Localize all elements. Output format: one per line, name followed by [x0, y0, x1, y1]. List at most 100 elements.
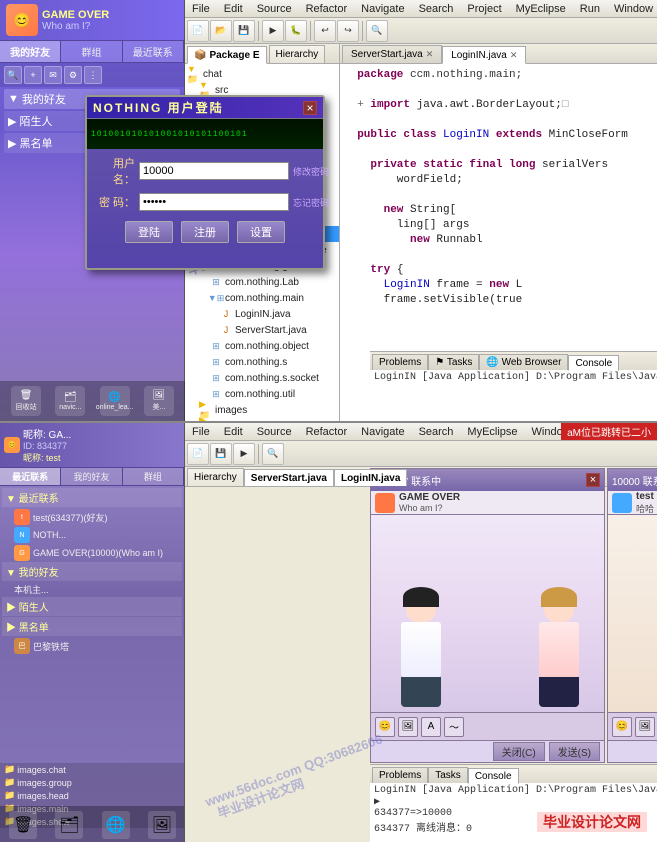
- tb-redo[interactable]: ↪: [337, 20, 359, 42]
- tb-save[interactable]: 💾: [233, 20, 255, 42]
- menu-source[interactable]: Source: [254, 3, 295, 15]
- b-tab-recent[interactable]: 最近联系: [0, 468, 61, 485]
- b-panel-serverstart[interactable]: ServerStart.java: [244, 469, 334, 487]
- dialog-close-btn[interactable]: ×: [303, 101, 317, 115]
- login-btn[interactable]: 登陆: [125, 221, 173, 243]
- tree-item-lab[interactable]: ⊞ com.nothing.Lab: [185, 274, 339, 290]
- b-icon-image[interactable]: 🖼: [148, 811, 176, 839]
- b-tree-images-chat[interactable]: 📁 images.chat: [0, 763, 185, 776]
- menu-run[interactable]: Run: [577, 3, 603, 15]
- tree-item-ssocket[interactable]: ⊞ com.nothing.s.socket: [185, 370, 339, 386]
- tb-run[interactable]: ▶: [262, 20, 284, 42]
- b-icon-recycle[interactable]: 🗑: [9, 811, 37, 839]
- b-section-strangers[interactable]: ▶ 陌生人: [2, 597, 182, 616]
- chat-tb-2-emoji[interactable]: 😊: [612, 717, 632, 737]
- b-tree-images-head[interactable]: 📁 images.head: [0, 789, 185, 802]
- tree-item-object[interactable]: ⊞ com.nothing.object: [185, 338, 339, 354]
- tb-undo[interactable]: ↩: [314, 20, 336, 42]
- icon-add[interactable]: +: [24, 66, 42, 84]
- menu-file[interactable]: File: [189, 3, 213, 15]
- b-friend-2[interactable]: N NOTH...: [2, 526, 182, 544]
- tab-recent[interactable]: 最近联系: [123, 41, 184, 62]
- chat-win-1-close[interactable]: ×: [586, 473, 600, 487]
- bc-tab-problems[interactable]: Problems: [372, 767, 428, 783]
- bottom-tab-tasks[interactable]: ⚑ Tasks: [428, 354, 479, 370]
- b-tb-search[interactable]: 🔍: [262, 443, 284, 465]
- password-input[interactable]: [139, 193, 289, 211]
- chat-tb-emoji[interactable]: 😊: [375, 717, 395, 737]
- tb-debug[interactable]: 🐛: [285, 20, 307, 42]
- panel-tab-hierarchy[interactable]: Hierarchy: [269, 45, 326, 63]
- close-loginin[interactable]: ✕: [510, 50, 518, 61]
- b-menu-source[interactable]: Source: [254, 426, 295, 438]
- icon-recycle[interactable]: 🗑 回收站: [11, 386, 41, 416]
- tb-open[interactable]: 📂: [210, 20, 232, 42]
- menu-window[interactable]: Window: [611, 3, 656, 15]
- icon-msg[interactable]: ✉: [44, 66, 62, 84]
- b-panel-loginin[interactable]: LoginIN.java: [334, 469, 407, 487]
- tree-item-loginin[interactable]: J LoginIN.java: [185, 306, 339, 322]
- bottom-tab-console[interactable]: Console: [568, 355, 619, 371]
- forgot-pwd-btn[interactable]: 忘记密码: [293, 196, 329, 209]
- b-section-my-friends[interactable]: ▼ 我的好友: [2, 562, 182, 581]
- b-menu-refactor[interactable]: Refactor: [303, 426, 351, 438]
- b-friend-3[interactable]: G GAME OVER(10000)(Who am I): [2, 544, 182, 562]
- menu-myeclipse[interactable]: MyEclipse: [513, 3, 569, 15]
- bc-tab-tasks[interactable]: Tasks: [428, 767, 468, 783]
- b-section-recent[interactable]: ▼ 最近联系: [2, 488, 182, 507]
- icon-search[interactable]: 🔍: [4, 66, 22, 84]
- chat-tb-2-img[interactable]: 🖼: [635, 717, 655, 737]
- b-tb-run[interactable]: ▶: [233, 443, 255, 465]
- b-menu-edit[interactable]: Edit: [221, 426, 246, 438]
- b-section-blacklist[interactable]: ▶ 黑名单: [2, 617, 182, 636]
- b-menu-file[interactable]: File: [189, 426, 213, 438]
- b-icon-navic[interactable]: 🗂: [55, 811, 83, 839]
- chat-tb-font[interactable]: A: [421, 717, 441, 737]
- b-tb-save[interactable]: 💾: [210, 443, 232, 465]
- b-friend-4[interactable]: 本机主...: [2, 582, 182, 597]
- icon-settings[interactable]: ⚙: [64, 66, 82, 84]
- tb-search[interactable]: 🔍: [366, 20, 388, 42]
- tb-new[interactable]: 📄: [187, 20, 209, 42]
- menu-edit[interactable]: Edit: [221, 3, 246, 15]
- chat-send-btn-1[interactable]: 发送(S): [549, 742, 600, 761]
- b-icon-online[interactable]: 🌐: [102, 811, 130, 839]
- settings-btn[interactable]: 设置: [237, 221, 285, 243]
- menu-project[interactable]: Project: [464, 3, 504, 15]
- tab-groups[interactable]: 群组: [61, 41, 122, 62]
- panel-tab-pkg[interactable]: 📦 Package E: [187, 46, 267, 64]
- close-serverstart[interactable]: ✕: [426, 49, 434, 60]
- b-menu-search[interactable]: Search: [416, 426, 457, 438]
- menu-refactor[interactable]: Refactor: [303, 3, 351, 15]
- chat-tb-shake[interactable]: 〜: [444, 717, 464, 737]
- icon-image[interactable]: 🖼 美...: [144, 386, 174, 416]
- b-menu-myeclipse[interactable]: MyEclipse: [464, 426, 520, 438]
- b-tab-friends[interactable]: 我的好友: [61, 468, 122, 485]
- editor-tab-serverstart[interactable]: ServerStart.java ✕: [342, 45, 442, 63]
- tab-my-friends[interactable]: 我的好友: [0, 41, 61, 62]
- tree-item-serverstart[interactable]: J ServerStart.java: [185, 322, 339, 338]
- b-tab-groups[interactable]: 群组: [123, 468, 184, 485]
- b-tree-images-group[interactable]: 📁 images.group: [0, 776, 185, 789]
- username-input[interactable]: [139, 162, 289, 180]
- icon-navic[interactable]: 🗂 navic...: [55, 386, 85, 416]
- bottom-tab-problems[interactable]: Problems: [372, 354, 428, 370]
- b-tb-new[interactable]: 📄: [187, 443, 209, 465]
- tree-item-main[interactable]: ▼⊞ com.nothing.main: [185, 290, 339, 306]
- b-menu-navigate[interactable]: Navigate: [358, 426, 407, 438]
- chat-close-btn-1[interactable]: 关闭(C): [493, 742, 545, 761]
- bc-tab-console[interactable]: Console: [468, 768, 519, 784]
- tree-item-s[interactable]: ⊞ com.nothing.s: [185, 354, 339, 370]
- b-friend-1[interactable]: t test(634377)(好友): [2, 508, 182, 526]
- menu-search[interactable]: Search: [416, 3, 457, 15]
- menu-navigate[interactable]: Navigate: [358, 3, 407, 15]
- bottom-tab-web[interactable]: 🌐 Web Browser: [479, 354, 568, 370]
- chat-tb-img[interactable]: 🖼: [398, 717, 418, 737]
- b-friend-5[interactable]: 巴 巴黎铁塔: [2, 637, 182, 655]
- change-pwd-btn[interactable]: 修改密码: [293, 165, 329, 178]
- icon-online[interactable]: 🌐 online_lea...: [100, 386, 130, 416]
- icon-more[interactable]: ⋮: [84, 66, 102, 84]
- editor-tab-loginin[interactable]: LoginIN.java ✕: [442, 46, 526, 64]
- b-panel-hierarchy[interactable]: Hierarchy: [187, 468, 244, 486]
- register-btn[interactable]: 注册: [181, 221, 229, 243]
